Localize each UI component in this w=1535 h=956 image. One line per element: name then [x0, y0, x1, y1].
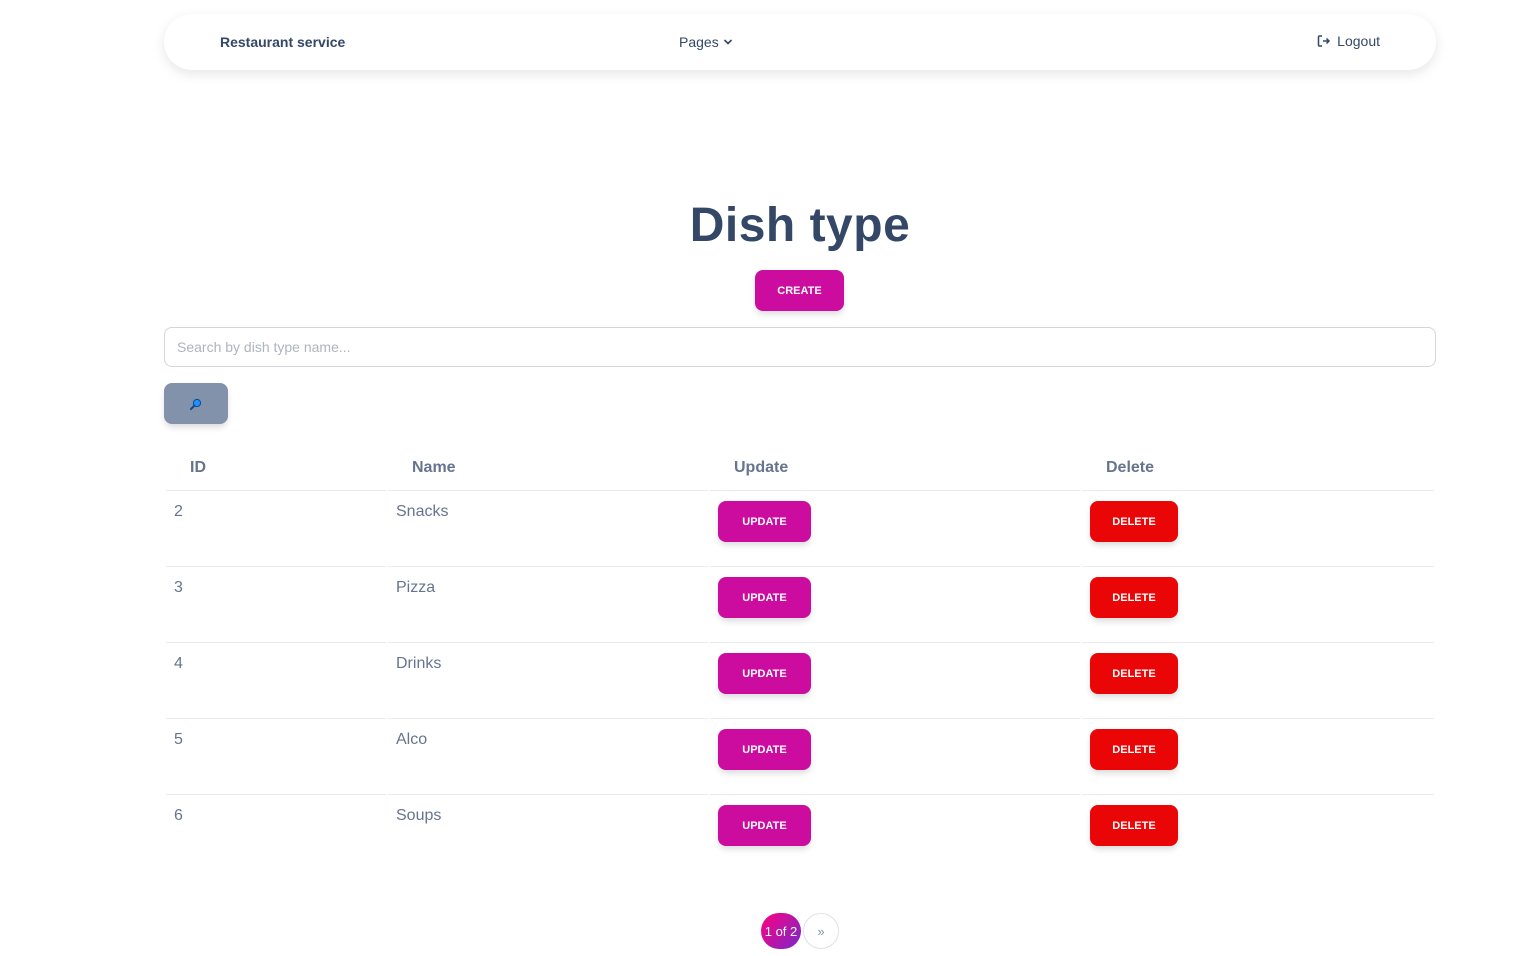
delete-button[interactable]: DELETE	[1090, 653, 1178, 694]
pages-dropdown[interactable]: Pages	[679, 34, 733, 50]
search-icon	[190, 398, 202, 410]
create-button[interactable]: CREATE	[755, 270, 844, 311]
update-button[interactable]: UPDATE	[718, 501, 811, 542]
pagination: 1 of 2 »	[761, 913, 839, 949]
chevron-down-icon	[723, 39, 732, 45]
column-header-name: Name	[388, 445, 708, 491]
cell-name: Snacks	[388, 491, 708, 567]
navbar: Restaurant service Pages Logout	[164, 14, 1436, 70]
logout-label: Logout	[1337, 33, 1380, 49]
cell-name: Alco	[388, 719, 708, 795]
pages-label: Pages	[679, 34, 719, 50]
page-title: Dish type	[689, 199, 911, 252]
table-row: 3 Pizza UPDATE DELETE	[166, 567, 1434, 643]
table-row: 5 Alco UPDATE DELETE	[166, 719, 1434, 795]
page-next-button[interactable]: »	[803, 913, 839, 949]
delete-button[interactable]: DELETE	[1090, 805, 1178, 846]
cell-id: 4	[166, 643, 386, 719]
cell-id: 5	[166, 719, 386, 795]
page-current[interactable]: 1 of 2	[761, 913, 801, 949]
table-row: 2 Snacks UPDATE DELETE	[166, 491, 1434, 567]
cell-id: 3	[166, 567, 386, 643]
update-button[interactable]: UPDATE	[718, 729, 811, 770]
table-header-row: ID Name Update Delete	[166, 445, 1434, 491]
cell-name: Soups	[396, 807, 442, 824]
sign-out-icon	[1317, 35, 1331, 47]
delete-button[interactable]: DELETE	[1090, 501, 1178, 542]
update-button[interactable]: UPDATE	[718, 653, 811, 694]
delete-button[interactable]: DELETE	[1090, 577, 1178, 618]
delete-button[interactable]: DELETE	[1090, 729, 1178, 770]
column-header-delete: Delete	[1082, 445, 1434, 491]
column-header-update: Update	[710, 445, 1080, 491]
cell-name: Drinks	[388, 643, 708, 719]
cell-id: 2	[166, 491, 386, 567]
update-button[interactable]: UPDATE	[718, 577, 811, 618]
table-row: 4 Drinks UPDATE DELETE	[166, 643, 1434, 719]
cell-name: Pizza	[388, 567, 708, 643]
column-header-id: ID	[166, 445, 386, 491]
logout-link[interactable]: Logout	[1317, 33, 1380, 49]
search-input[interactable]	[164, 327, 1436, 367]
update-button[interactable]: UPDATE	[718, 805, 811, 846]
dish-type-table: ID Name Update Delete 2 Snacks UPDATE DE…	[164, 445, 1436, 871]
table-row: 6 Soups UPDATE DELETE	[166, 795, 1434, 871]
brand-link[interactable]: Restaurant service	[220, 34, 345, 50]
cell-id: 6	[174, 807, 183, 824]
search-button[interactable]	[164, 383, 228, 424]
